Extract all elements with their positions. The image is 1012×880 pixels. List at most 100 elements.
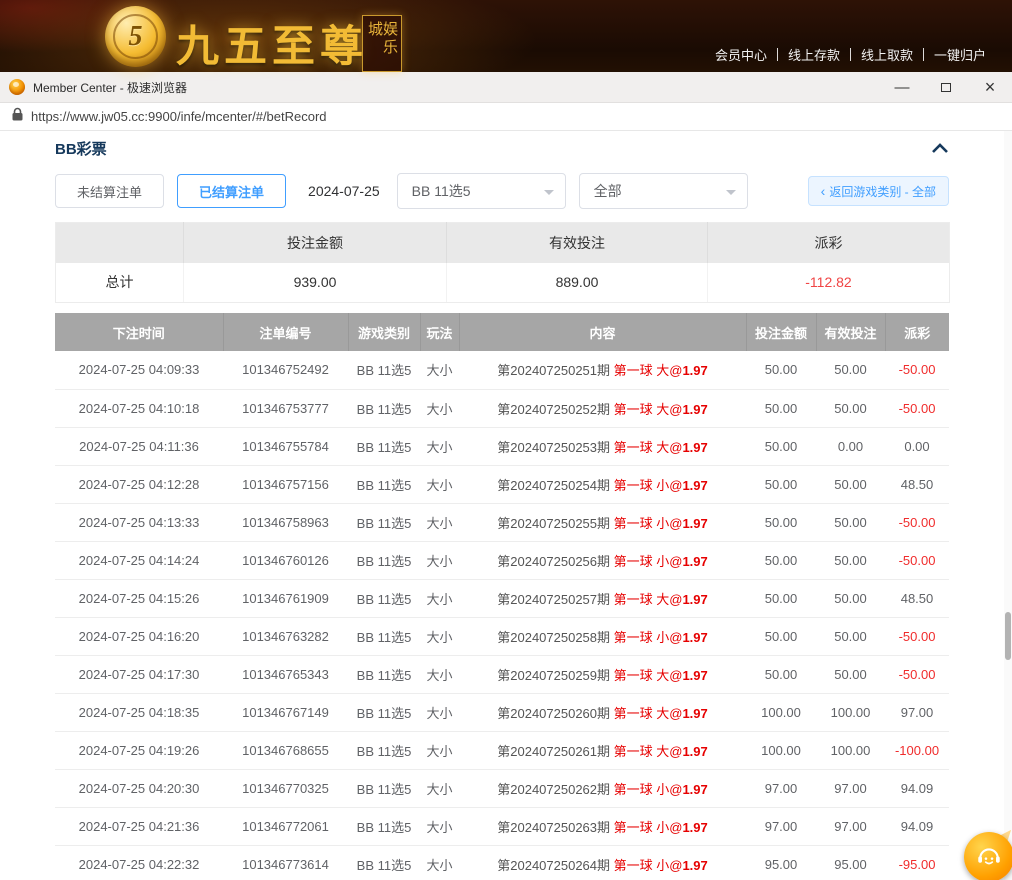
content-odds: 1.97 — [682, 858, 707, 873]
cell-order-number: 101346772061 — [223, 807, 348, 845]
content-odds: 1.97 — [682, 706, 707, 721]
table-row: 2024-07-25 04:21:36101346772061BB 11选5大小… — [55, 807, 949, 845]
site-logo-text[interactable]: 九五至尊 — [176, 12, 368, 74]
scrollbar-thumb[interactable] — [1005, 612, 1011, 660]
summary-table: 投注金额 有效投注 派彩 总计 939.00 889.00 -112.82 — [55, 222, 950, 303]
unsettled-orders-button[interactable]: 未结算注单 — [55, 174, 164, 208]
site-banner: 5 九五至尊 娱乐城 会员中心 线上存款 线上取款 一键归户 — [0, 0, 1012, 72]
content-odds: 1.97 — [682, 440, 707, 455]
table-row: 2024-07-25 04:16:20101346763282BB 11选5大小… — [55, 617, 949, 655]
minimize-button[interactable]: — — [880, 72, 924, 102]
cell-bet-amount: 97.00 — [746, 807, 816, 845]
summary-total-valid: 889.00 — [447, 263, 708, 303]
cell-content: 第202407250259期 第一球 大@1.97 — [459, 655, 746, 693]
content-odds: 1.97 — [682, 820, 707, 835]
content-pick: 第一球 小@1.97 — [610, 554, 708, 569]
filter-bar: 未结算注单 已结算注单 2024-07-25 BB 11选5 全部 ‹ 返回游戏… — [55, 173, 949, 209]
cell-payout: -50.00 — [885, 503, 949, 541]
page-title: BB彩票 — [55, 138, 107, 159]
maximize-button[interactable] — [924, 72, 968, 102]
content-period: 第202407250258期 — [497, 630, 610, 645]
content-pick: 第一球 小@1.97 — [610, 516, 708, 531]
col-header-bet: 投注金额 — [746, 313, 816, 351]
table-row: 2024-07-25 04:09:33101346752492BB 11选5大小… — [55, 351, 949, 389]
cell-order-number: 101346760126 — [223, 541, 348, 579]
cell-payout: 97.00 — [885, 693, 949, 731]
cell-content: 第202407250261期 第一球 大@1.97 — [459, 731, 746, 769]
cell-order-number: 101346758963 — [223, 503, 348, 541]
url-text[interactable]: https://www.jw05.cc:9900/infe/mcenter/#/… — [31, 109, 327, 124]
customer-service-widget[interactable] — [961, 829, 1012, 880]
table-row: 2024-07-25 04:13:33101346758963BB 11选5大小… — [55, 503, 949, 541]
cell-content: 第202407250258期 第一球 小@1.97 — [459, 617, 746, 655]
url-bar: https://www.jw05.cc:9900/infe/mcenter/#/… — [0, 103, 1012, 131]
cell-bet-amount: 100.00 — [746, 693, 816, 731]
cell-bet-time: 2024-07-25 04:09:33 — [55, 351, 223, 389]
cell-bet-time: 2024-07-25 04:11:36 — [55, 427, 223, 465]
site-logo-badge: 娱乐城 — [362, 15, 402, 72]
cell-payout: -100.00 — [885, 731, 949, 769]
col-header-payout: 派彩 — [885, 313, 949, 351]
cell-bet-time: 2024-07-25 04:22:32 — [55, 845, 223, 880]
cell-valid-bet: 50.00 — [816, 351, 885, 389]
cell-order-number: 101346773614 — [223, 845, 348, 880]
cell-valid-bet: 50.00 — [816, 503, 885, 541]
content-period: 第202407250263期 — [497, 820, 610, 835]
scrollbar-track[interactable] — [1004, 131, 1012, 880]
nav-one-key-transfer[interactable]: 一键归户 — [924, 45, 996, 64]
back-to-game-category-button[interactable]: ‹ 返回游戏类别 - 全部 — [808, 176, 949, 206]
cell-payout: 94.09 — [885, 769, 949, 807]
settled-orders-button[interactable]: 已结算注单 — [177, 174, 286, 208]
summary-total-payout: -112.82 — [708, 263, 950, 303]
cell-game-category: BB 11选5 — [348, 579, 420, 617]
content-period: 第202407250264期 — [497, 858, 610, 873]
col-header-valid: 有效投注 — [816, 313, 885, 351]
cell-order-number: 101346761909 — [223, 579, 348, 617]
content-odds: 1.97 — [682, 782, 707, 797]
type-select[interactable]: 全部 — [579, 173, 748, 209]
chevron-up-icon[interactable] — [931, 142, 949, 154]
game-select[interactable]: BB 11选5 — [397, 173, 566, 209]
cell-play-type: 大小 — [420, 731, 459, 769]
site-logo-coin-icon[interactable]: 5 — [105, 6, 166, 67]
content-odds: 1.97 — [682, 630, 707, 645]
cell-bet-time: 2024-07-25 04:20:30 — [55, 769, 223, 807]
content-odds: 1.97 — [682, 554, 707, 569]
close-button[interactable]: × — [968, 72, 1012, 102]
cell-content: 第202407250260期 第一球 大@1.97 — [459, 693, 746, 731]
cell-play-type: 大小 — [420, 845, 459, 880]
cell-bet-amount: 50.00 — [746, 465, 816, 503]
cell-order-number: 101346765343 — [223, 655, 348, 693]
content-period: 第202407250257期 — [497, 592, 610, 607]
cell-game-category: BB 11选5 — [348, 693, 420, 731]
content-pick: 第一球 小@1.97 — [610, 782, 708, 797]
content-period: 第202407250261期 — [497, 744, 610, 759]
cell-order-number: 101346752492 — [223, 351, 348, 389]
cell-payout: 48.50 — [885, 465, 949, 503]
cell-payout: -50.00 — [885, 389, 949, 427]
cell-bet-time: 2024-07-25 04:12:28 — [55, 465, 223, 503]
content-odds: 1.97 — [682, 592, 707, 607]
game-select-value: BB 11选5 — [412, 181, 471, 201]
cell-play-type: 大小 — [420, 465, 459, 503]
nav-member-center[interactable]: 会员中心 — [705, 45, 777, 64]
cell-game-category: BB 11选5 — [348, 541, 420, 579]
table-row: 2024-07-25 04:20:30101346770325BB 11选5大小… — [55, 769, 949, 807]
date-picker[interactable]: 2024-07-25 — [308, 183, 380, 199]
cell-bet-time: 2024-07-25 04:15:26 — [55, 579, 223, 617]
nav-online-deposit[interactable]: 线上存款 — [778, 45, 850, 64]
cell-game-category: BB 11选5 — [348, 655, 420, 693]
cell-content: 第202407250251期 第一球 大@1.97 — [459, 351, 746, 389]
cell-valid-bet: 50.00 — [816, 465, 885, 503]
cell-bet-time: 2024-07-25 04:21:36 — [55, 807, 223, 845]
summary-header-bet: 投注金额 — [184, 223, 447, 263]
summary-total-row: 总计 939.00 889.00 -112.82 — [56, 263, 950, 303]
table-row: 2024-07-25 04:12:28101346757156BB 11选5大小… — [55, 465, 949, 503]
cell-bet-amount: 50.00 — [746, 503, 816, 541]
cell-payout: -50.00 — [885, 541, 949, 579]
nav-online-withdraw[interactable]: 线上取款 — [851, 45, 923, 64]
cell-play-type: 大小 — [420, 769, 459, 807]
cell-play-type: 大小 — [420, 655, 459, 693]
content-pick: 第一球 大@1.97 — [610, 402, 708, 417]
lock-icon[interactable] — [12, 107, 23, 126]
